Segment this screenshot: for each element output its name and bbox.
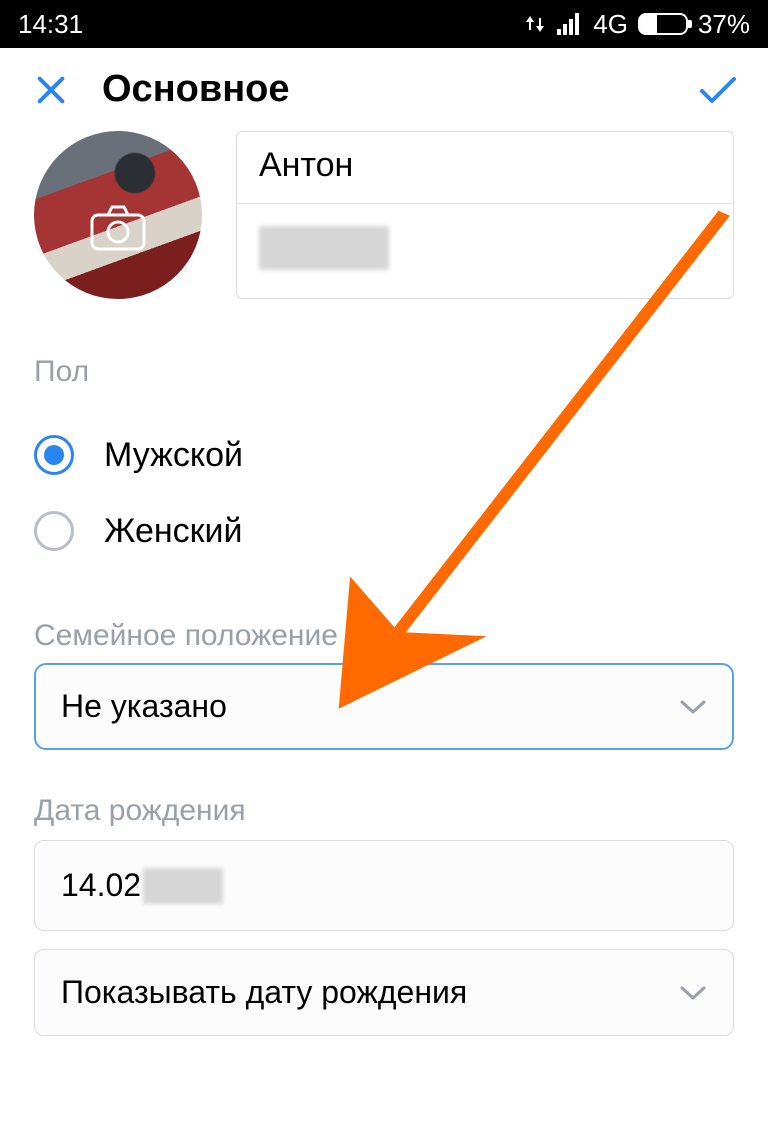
status-time: 14:31	[18, 9, 83, 40]
battery-icon	[638, 13, 688, 35]
dob-visibility-select[interactable]: Показывать дату рождения	[34, 949, 734, 1036]
close-icon[interactable]	[34, 73, 68, 107]
radio-label: Мужской	[104, 436, 243, 475]
page-title: Основное	[102, 68, 290, 111]
content: Антон Пол Мужской Женский Семейное полож…	[0, 131, 768, 1036]
status-right: 4G 37%	[523, 9, 750, 40]
network-label: 4G	[593, 9, 628, 40]
gender-option-female[interactable]: Женский	[34, 493, 734, 569]
dob-field[interactable]: 14.02	[34, 840, 734, 931]
select-value: Показывать дату рождения	[61, 974, 467, 1011]
redacted-text	[143, 868, 223, 904]
last-name-field[interactable]	[237, 204, 733, 298]
status-bar: 14:31 4G 37%	[0, 0, 768, 48]
avatar[interactable]	[34, 131, 202, 299]
signal-icon	[557, 13, 583, 35]
confirm-icon[interactable]	[696, 73, 740, 107]
chevron-down-icon	[679, 698, 707, 716]
app-header: Основное	[0, 48, 768, 131]
radio-selected-icon	[34, 435, 74, 475]
battery-percent: 37%	[698, 9, 750, 40]
chevron-down-icon	[679, 984, 707, 1002]
first-name-field[interactable]: Антон	[237, 132, 733, 203]
gender-label: Пол	[34, 355, 734, 389]
name-card: Антон	[236, 131, 734, 299]
radio-unselected-icon	[34, 511, 74, 551]
gender-option-male[interactable]: Мужской	[34, 417, 734, 493]
marital-label: Семейное положение	[34, 619, 734, 653]
profile-row: Антон	[34, 131, 734, 299]
gender-radio-group: Мужской Женский	[34, 417, 734, 569]
select-value: Не указано	[61, 688, 227, 725]
dob-label: Дата рождения	[34, 794, 734, 828]
redacted-text	[259, 226, 389, 270]
dob-value: 14.02	[61, 867, 141, 904]
camera-icon	[90, 205, 146, 251]
marital-status-select[interactable]: Не указано	[34, 663, 734, 750]
radio-label: Женский	[104, 512, 243, 551]
data-updown-icon	[523, 12, 547, 36]
